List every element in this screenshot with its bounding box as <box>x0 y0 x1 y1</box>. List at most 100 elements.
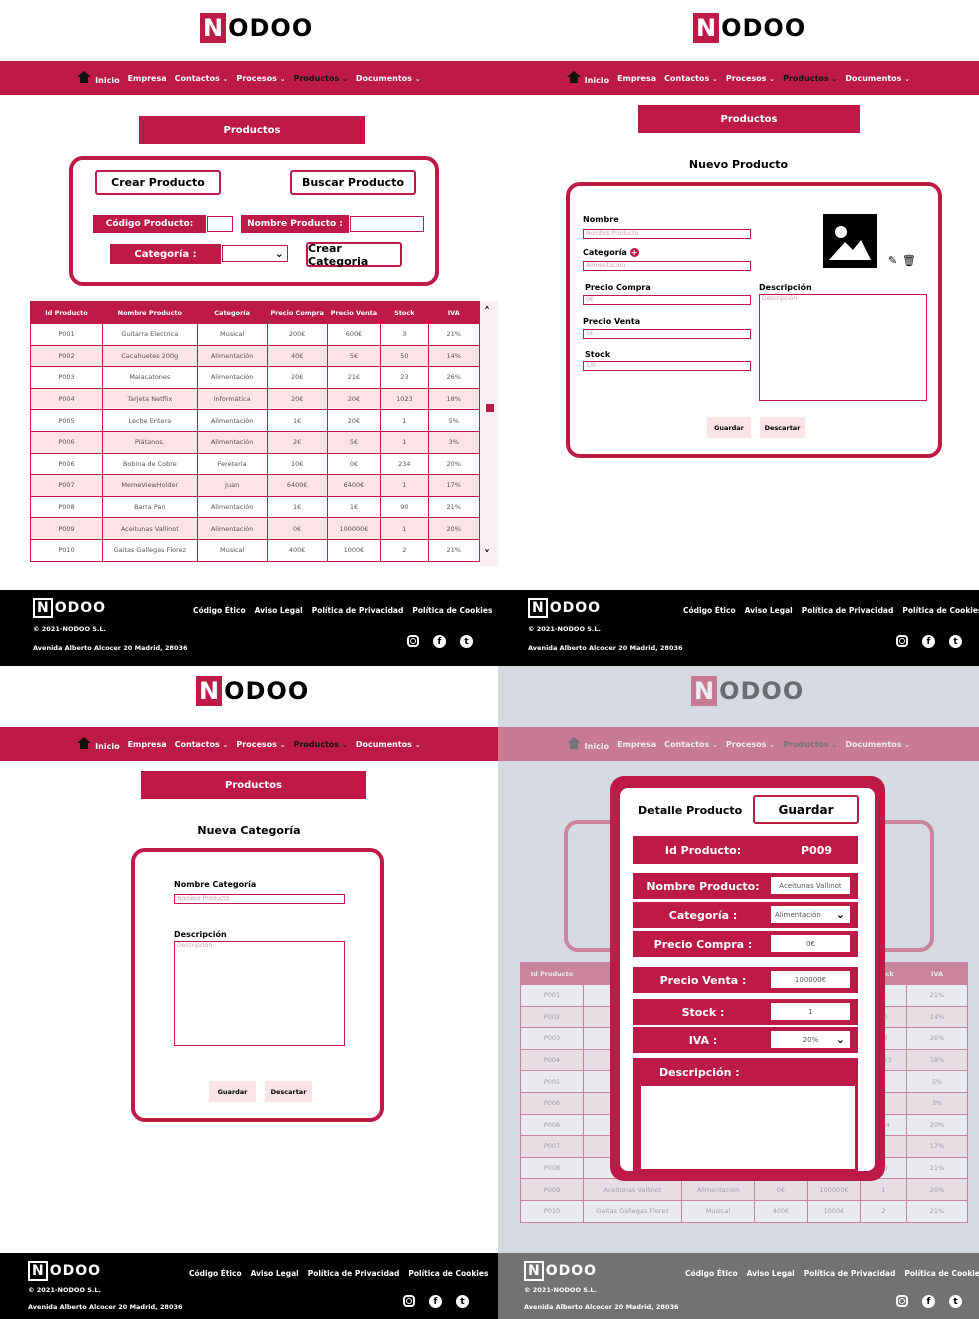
table-cell: 5% <box>906 1070 968 1093</box>
nav-contactos[interactable]: Contactos ⌄ <box>175 74 229 83</box>
link-cookies[interactable]: Política de Cookies <box>412 606 492 615</box>
nombre-producto-input[interactable]: Aceitunas Vallinot <box>771 877 850 894</box>
edit-icon[interactable]: ✎ <box>888 254 897 267</box>
nav-documentos[interactable]: Documentos ⌄ <box>845 74 910 83</box>
instagram-icon[interactable] <box>407 635 419 647</box>
table-cell: Alimentación <box>681 1178 755 1201</box>
table-cell: Fereteria <box>196 452 268 476</box>
table-row[interactable]: P006 Plátanos. Alimentación 2€ 5€ 1 3% <box>30 430 481 454</box>
codigo-producto-input[interactable] <box>207 216 233 232</box>
precio-compra-input[interactable]: 0€ <box>771 935 850 952</box>
stock-input[interactable]: 1/0 <box>583 361 751 371</box>
table-row[interactable]: P009 Aceitunas Vallinot Alimentación 0€ 1000… <box>30 517 481 540</box>
table-row[interactable]: P010 Gaitas Gallegas Florez Musical 400€ 100… <box>30 538 481 562</box>
nav-documentos[interactable]: Documentos ⌄ <box>356 74 421 83</box>
link-aviso-legal[interactable]: Aviso Legal <box>745 606 793 615</box>
nav-inicio[interactable]: Inicio <box>566 71 609 85</box>
link-codigo-etico[interactable]: Código Ético <box>683 606 736 615</box>
facebook-icon[interactable]: f <box>922 635 935 648</box>
crear-categoria-button[interactable]: Crear Categoria <box>306 242 402 268</box>
nav-productos[interactable]: Productos ⌄ <box>294 740 348 749</box>
scroll-down-icon[interactable]: ˅ <box>484 548 490 562</box>
twitter-icon[interactable]: t <box>949 635 962 648</box>
nav-contactos[interactable]: Contactos ⌄ <box>664 74 718 83</box>
link-aviso-legal[interactable]: Aviso Legal <box>255 606 303 615</box>
table-cell: Gaitas Gallegas Florez <box>102 538 198 562</box>
link-codigo-etico[interactable]: Código Ético <box>193 606 246 615</box>
guardar-button[interactable]: Guardar <box>707 417 751 438</box>
table-cell: P005 <box>520 1070 584 1093</box>
categoria-select[interactable]: ⌄ <box>222 245 288 262</box>
precio-venta-input[interactable]: 1€ <box>583 329 751 339</box>
nav-inicio[interactable]: Inicio <box>77 737 120 751</box>
stock-input[interactable]: 1 <box>771 1003 850 1020</box>
nodoo-logo[interactable]: N ODOO <box>200 13 313 43</box>
chevron-down-icon: ⌄ <box>274 247 284 260</box>
table-cell: P003 <box>520 1027 584 1050</box>
descripcion-textarea[interactable]: Descripción <box>174 941 345 1046</box>
table-row[interactable]: P003 Malacatones Alimentación 20€ 21€ 23 26% <box>30 366 481 389</box>
precio-venta-input[interactable]: 100000€ <box>771 971 850 988</box>
table-row[interactable]: P001 Guitarra Electrica Musical 200€ 600€ 3 21… <box>30 323 481 346</box>
precio-compra-input[interactable]: 0€ <box>583 295 751 305</box>
nav-documentos[interactable]: Documentos ⌄ <box>356 740 421 749</box>
nav-empresa[interactable]: Empresa <box>128 740 167 749</box>
trash-icon[interactable]: 🗑 <box>902 254 916 267</box>
instagram-icon[interactable] <box>403 1295 415 1307</box>
footer-links: Código Ético Aviso Legal Política de Pri… <box>193 606 492 615</box>
table-scrollbar[interactable] <box>480 301 498 566</box>
nav-inicio[interactable]: Inicio <box>77 71 120 85</box>
nav-productos[interactable]: Productos ⌄ <box>294 74 348 83</box>
nodoo-logo[interactable]: N ODOO <box>196 676 309 706</box>
table-row[interactable]: P004 Tarjeta Netflix Informática 20€ 20€ 1023… <box>30 387 481 411</box>
facebook-icon[interactable]: f <box>429 1295 442 1308</box>
descartar-button[interactable]: Descartar <box>760 417 805 438</box>
twitter-icon[interactable]: t <box>456 1295 469 1308</box>
nombre-input[interactable]: Nombre Producto <box>583 229 751 239</box>
iva-select[interactable]: 20% ⌄ <box>771 1031 850 1048</box>
table-row: P009 Aceitunas Vallinot Alimentación 0€ 1000… <box>520 1178 968 1201</box>
nav-procesos[interactable]: Procesos ⌄ <box>236 740 285 749</box>
nav-contactos[interactable]: Contactos ⌄ <box>175 740 229 749</box>
nav-empresa[interactable]: Empresa <box>128 74 167 83</box>
link-privacidad[interactable]: Política de Privacidad <box>802 606 894 615</box>
link-codigo-etico[interactable]: Código Ético <box>189 1269 242 1278</box>
nombre-categoria-input[interactable]: Nombre Producto <box>174 894 345 904</box>
guardar-button[interactable]: Guardar <box>209 1081 256 1102</box>
nombre-producto-input[interactable] <box>350 216 424 232</box>
buscar-producto-button[interactable]: Buscar Producto <box>290 170 416 195</box>
nodoo-logo[interactable]: N ODOO <box>693 13 806 43</box>
descripcion-textarea[interactable] <box>641 1086 855 1169</box>
table-row[interactable]: P008 Barra Pan Alimentación 1€ 1€ 90 21% <box>30 495 481 519</box>
scroll-up-icon[interactable]: ˄ <box>484 305 490 319</box>
descripcion-textarea[interactable]: Descripción <box>759 294 927 401</box>
instagram-icon[interactable] <box>896 635 908 647</box>
nav-productos[interactable]: Productos ⌄ <box>783 74 837 83</box>
link-cookies[interactable]: Política de Cookies <box>408 1269 488 1278</box>
link-cookies: Política de Cookies <box>904 1269 979 1278</box>
link-privacidad[interactable]: Política de Privacidad <box>308 1269 400 1278</box>
table-row[interactable]: P005 Leche Entera Alimentación 1€ 20€ 1 5% <box>30 409 481 432</box>
table-row[interactable]: P006 Bobina de Cobre Fereteria 10€ 0€ 234 20% <box>30 452 481 476</box>
table-row[interactable]: P007 MemeViewHolder Juan 6400€ 6400€ 1 17% <box>30 474 481 497</box>
categoria-input[interactable]: Alimentacion <box>583 261 751 271</box>
guardar-button[interactable]: Guardar <box>753 795 859 824</box>
table-cell: 23 <box>380 366 429 389</box>
nav-empresa[interactable]: Empresa <box>617 74 656 83</box>
link-privacidad[interactable]: Política de Privacidad <box>312 606 404 615</box>
table-cell: P001 <box>30 323 103 346</box>
twitter-icon[interactable]: t <box>460 635 473 648</box>
table-cell: 100000€ <box>326 517 382 540</box>
scroll-thumb[interactable] <box>486 404 494 412</box>
link-cookies[interactable]: Política de Cookies <box>902 606 979 615</box>
table-cell: 0€ <box>266 517 328 540</box>
link-aviso-legal[interactable]: Aviso Legal <box>251 1269 299 1278</box>
table-row[interactable]: P002 Cacahuetes 200g Alimentación 40€ 5€ 50 14… <box>30 344 481 368</box>
facebook-icon[interactable]: f <box>433 635 446 648</box>
categoria-select[interactable]: Alimentación ⌄ <box>771 906 850 923</box>
crear-producto-button[interactable]: Crear Producto <box>95 170 221 195</box>
nav-procesos[interactable]: Procesos ⌄ <box>726 74 775 83</box>
descartar-button[interactable]: Descartar <box>265 1081 312 1102</box>
nav-procesos[interactable]: Procesos ⌄ <box>236 74 285 83</box>
image-placeholder-icon[interactable] <box>823 214 877 268</box>
